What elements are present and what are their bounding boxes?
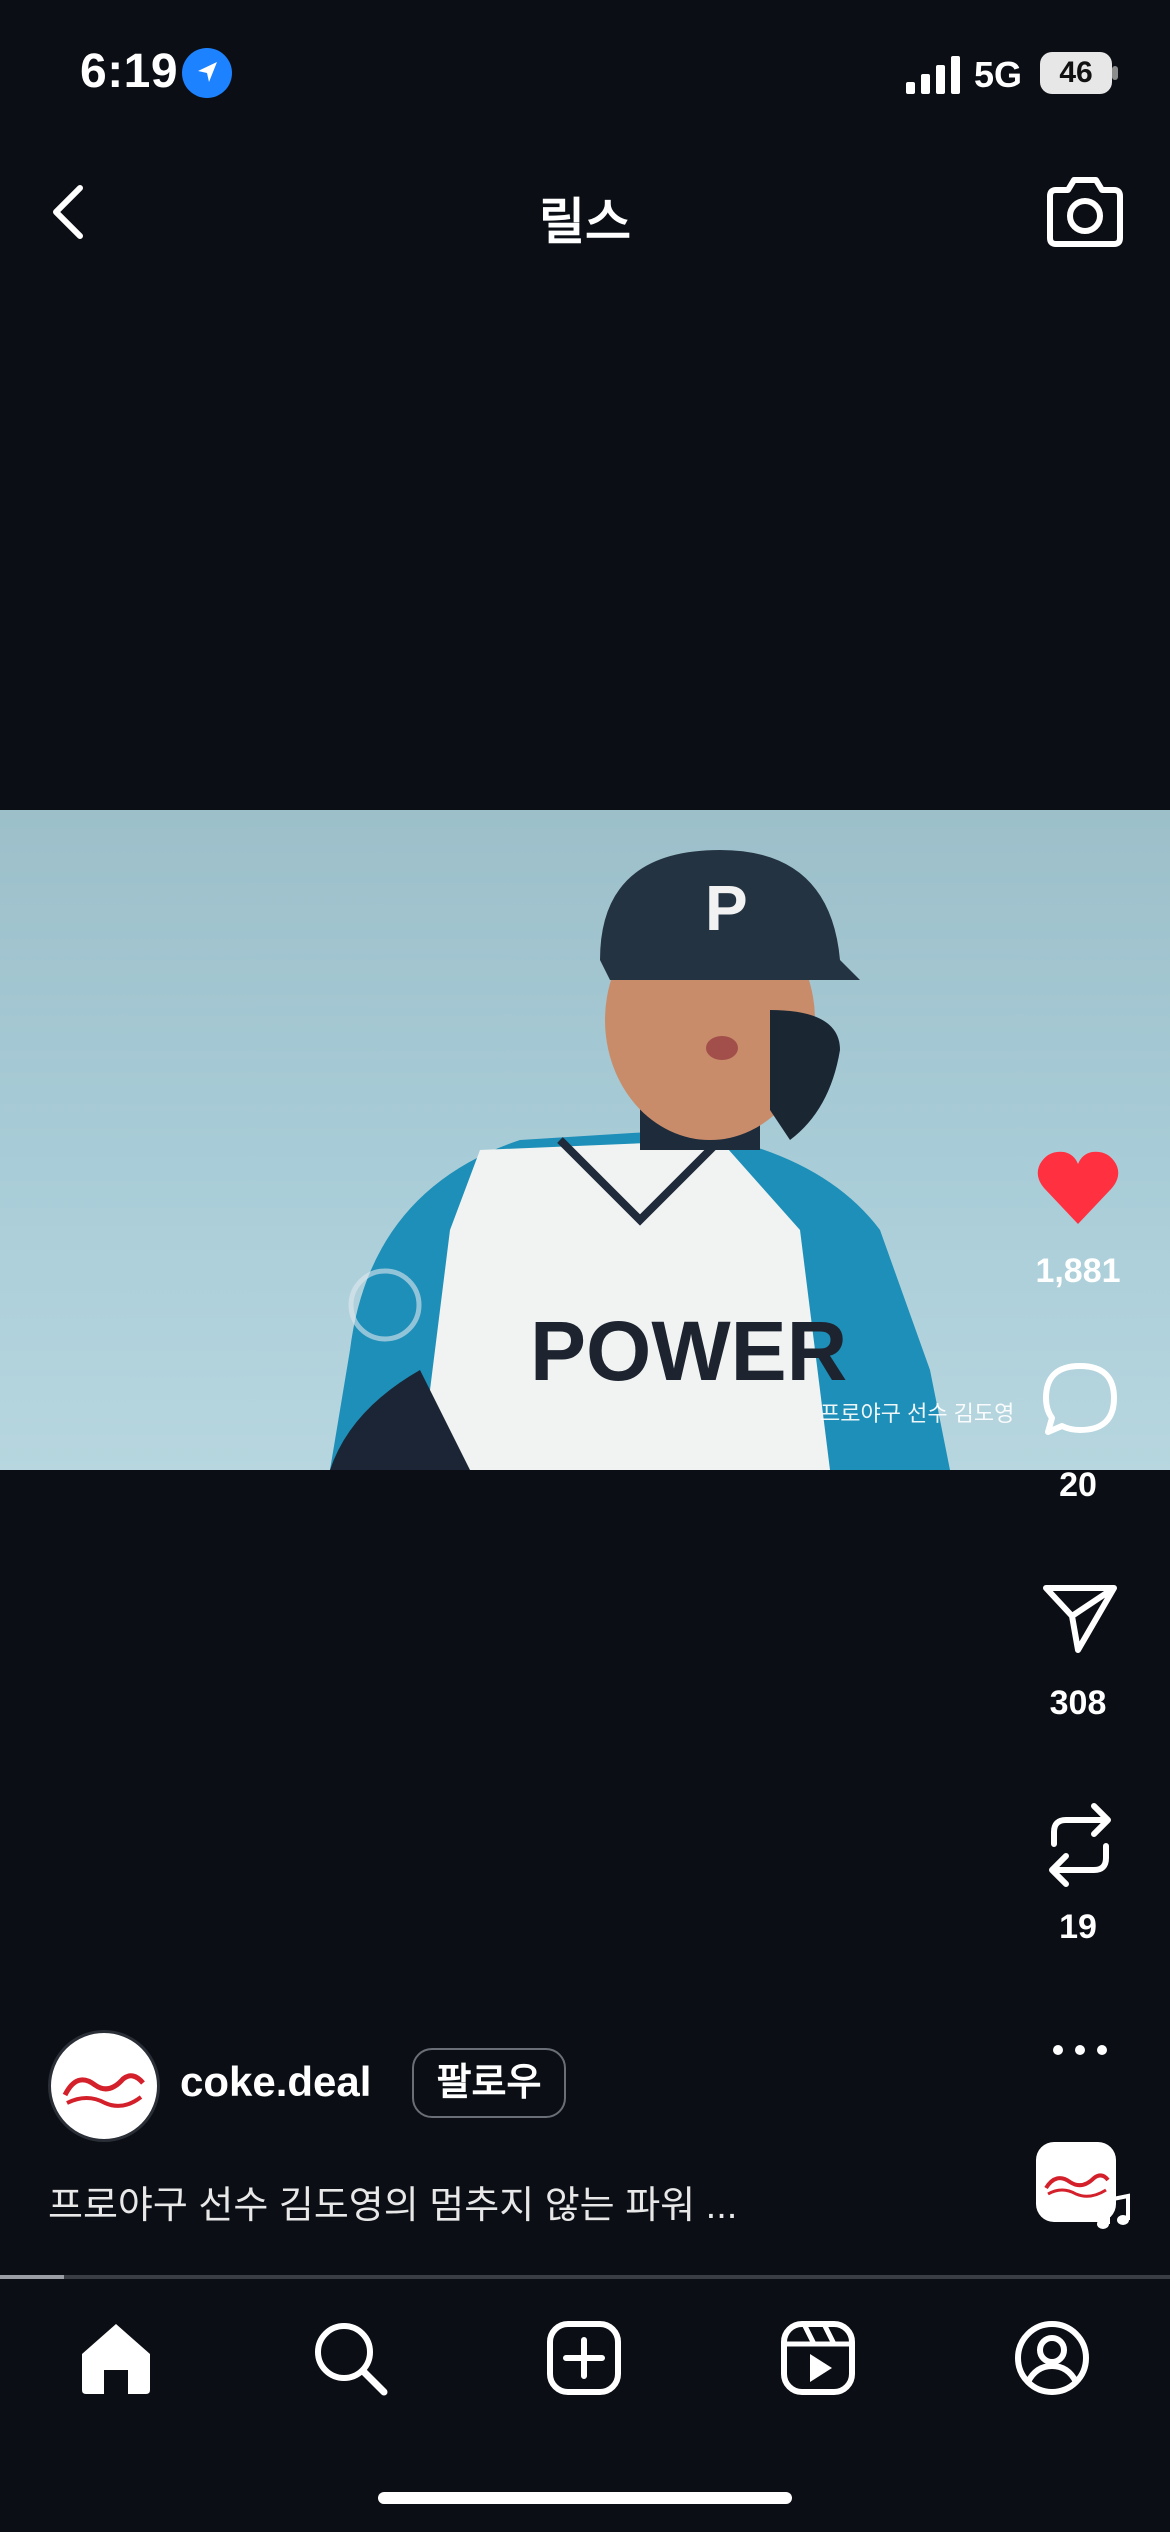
send-paper-plane-icon[interactable] [1040, 1578, 1120, 1658]
create-post-icon[interactable] [544, 2318, 624, 2398]
status-time: 6:19 [80, 45, 179, 98]
comment-bubble-icon[interactable] [1040, 1360, 1120, 1440]
video-overlay-caption: 프로야구 선수 김도영 [820, 1401, 1015, 1426]
like-count: 1,881 [1035, 1252, 1121, 1290]
coca-cola-logo [62, 2073, 145, 2108]
playback-progress-fill [0, 2275, 65, 2279]
page-title: 릴스 [539, 194, 631, 250]
music-note-icon [1097, 2193, 1130, 2229]
battery-icon: 46 [1040, 52, 1112, 94]
network-type: 5G [974, 54, 1023, 95]
home-icon[interactable] [76, 2318, 156, 2398]
more-options-icon[interactable] [1050, 2040, 1110, 2060]
search-icon[interactable] [310, 2318, 390, 2398]
remix-count: 19 [1059, 1908, 1097, 1946]
reels-icon[interactable] [778, 2318, 858, 2398]
follow-button[interactable]: 팔로우 [412, 2048, 566, 2118]
helmet-letter: P [705, 872, 748, 944]
cellular-signal-icon [906, 56, 960, 94]
location-arrow-icon [182, 48, 232, 98]
author-avatar[interactable] [48, 2030, 160, 2142]
comment-count: 20 [1059, 1466, 1097, 1504]
profile-icon[interactable] [1012, 2318, 1092, 2398]
reel-video[interactable]: POWER P [0, 810, 1170, 1470]
camera-icon[interactable] [1040, 172, 1130, 252]
battery-cap [1112, 66, 1118, 80]
heart-icon[interactable] [1034, 1148, 1122, 1228]
author-username[interactable]: coke.deal [180, 2058, 371, 2106]
home-indicator [378, 2492, 792, 2504]
share-count: 308 [1049, 1684, 1107, 1722]
post-description[interactable]: 프로야구 선수 김도영의 멈추지 않는 파워 ... [48, 2174, 737, 2229]
jersey-text: POWER [530, 1304, 847, 1398]
remix-icon[interactable] [1040, 1800, 1120, 1890]
playback-progress-bar[interactable] [0, 2275, 1170, 2279]
